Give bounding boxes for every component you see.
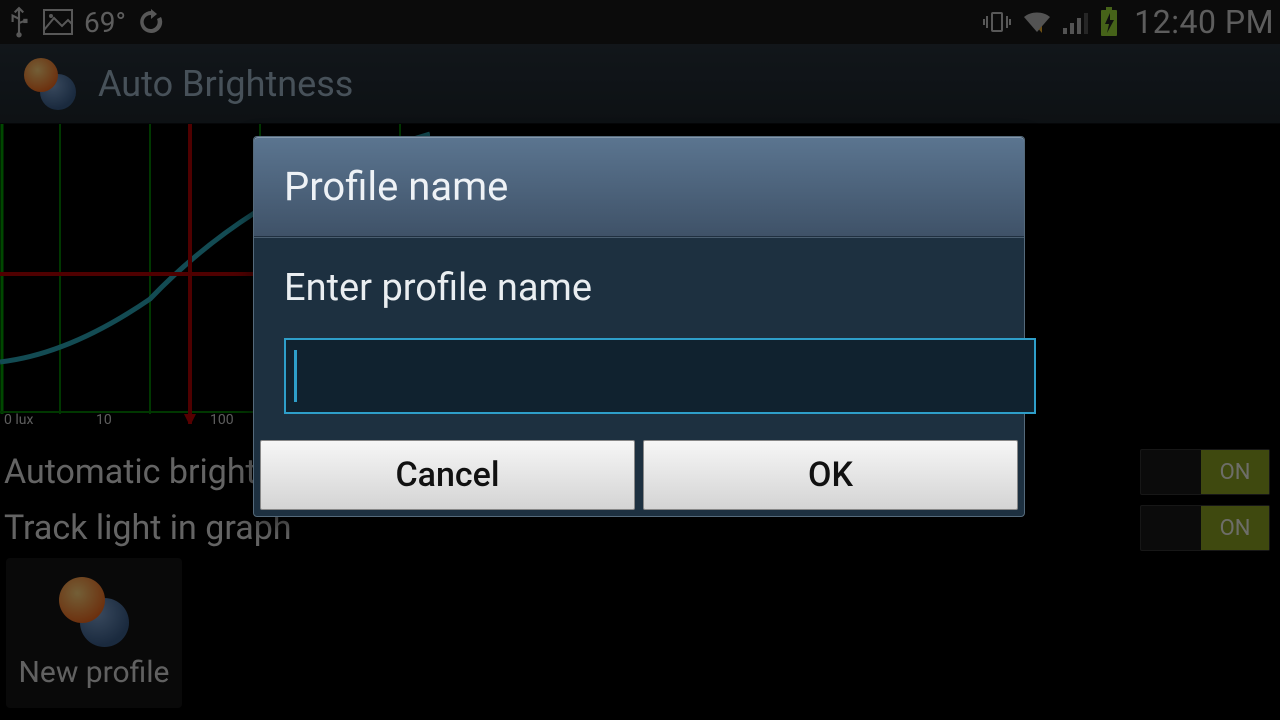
profile-name-input-wrap (284, 338, 1036, 414)
dialog-prompt: Enter profile name (284, 266, 994, 310)
dialog-actions: Cancel OK (254, 434, 1024, 516)
profile-name-input[interactable] (284, 338, 1036, 414)
dialog-body: Enter profile name (254, 237, 1024, 434)
dialog-title: Profile name (254, 137, 1024, 237)
cancel-button[interactable]: Cancel (260, 440, 635, 510)
profile-name-dialog: Profile name Enter profile name Cancel O… (253, 136, 1025, 517)
ok-button[interactable]: OK (643, 440, 1018, 510)
text-caret (294, 350, 297, 402)
